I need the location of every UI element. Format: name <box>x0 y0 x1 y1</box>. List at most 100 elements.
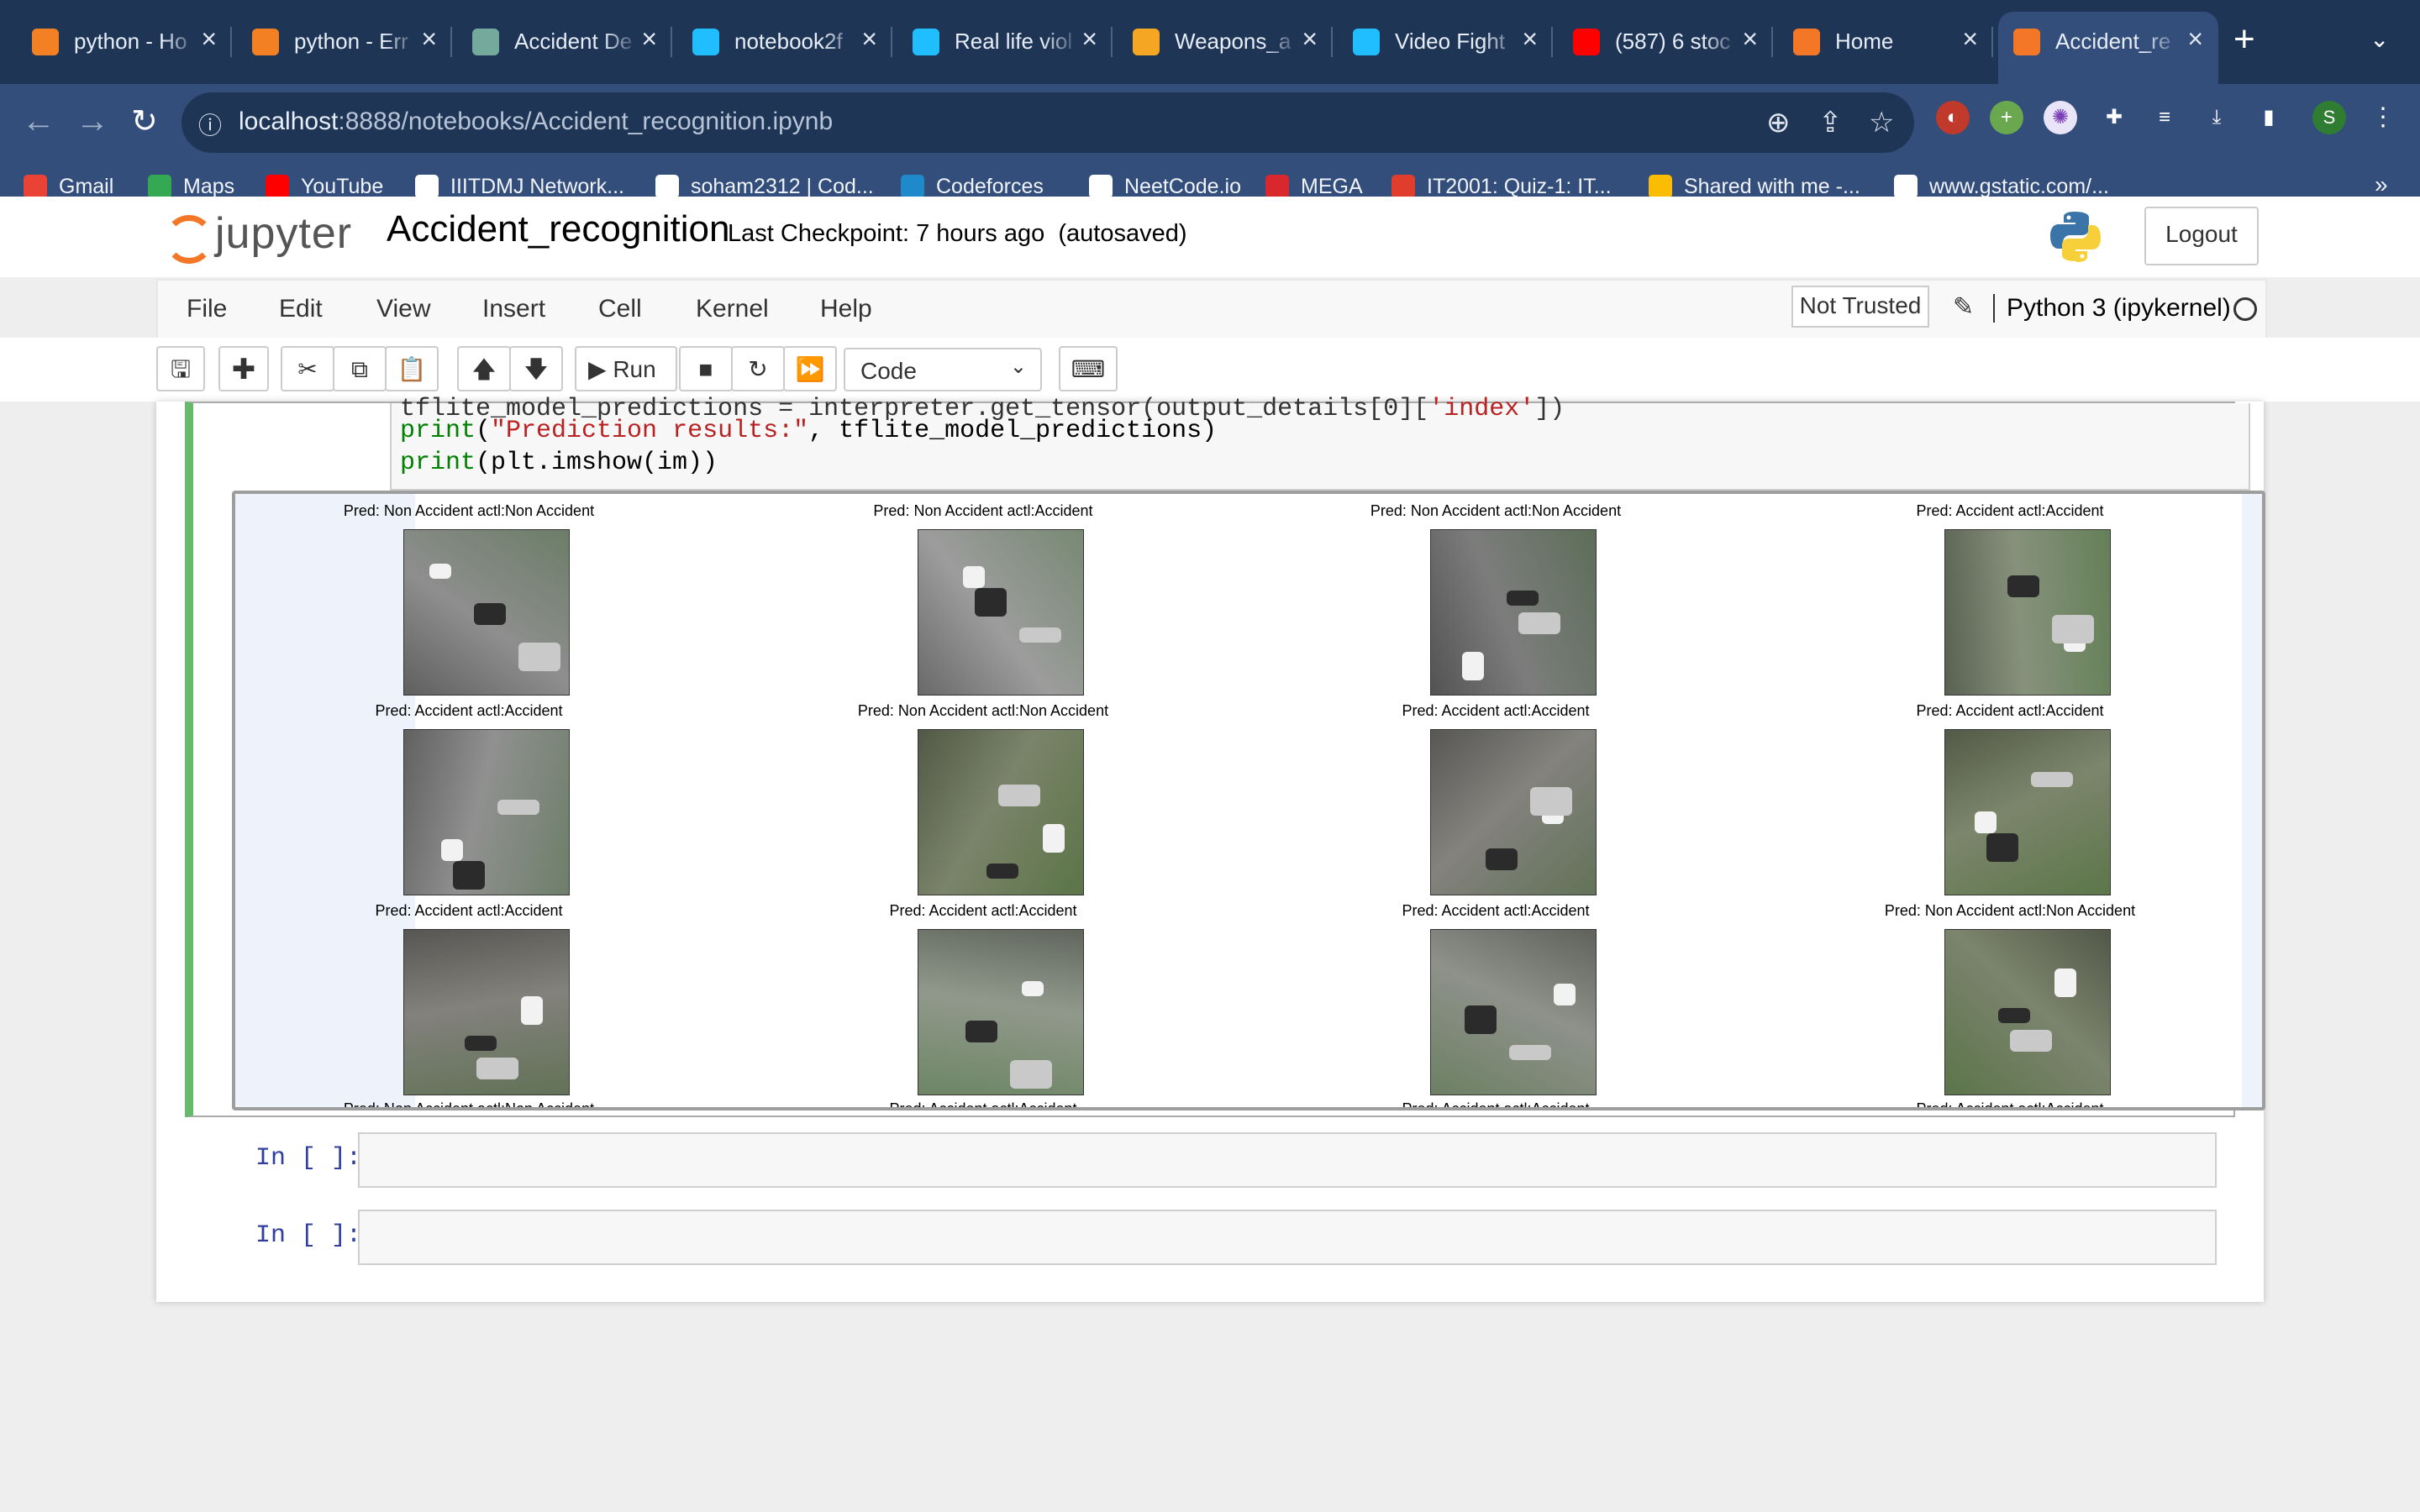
close-tab-icon[interactable]: × <box>2187 24 2203 55</box>
browser-tab[interactable]: Video Fight × <box>1338 12 1553 72</box>
extension-plus-icon[interactable]: + <box>1990 101 2023 134</box>
menu-cell[interactable]: Cell <box>598 295 642 323</box>
kernel-name[interactable]: Python 3 (ipykernel) <box>1993 294 2231 323</box>
bookmark-star-icon[interactable]: ☆ <box>1869 106 1894 139</box>
empty-code-cell[interactable]: In [ ]: <box>185 1210 2235 1265</box>
checkpoint-status: Last Checkpoint: 7 hours ago (autosaved) <box>728 220 1187 248</box>
paste-button[interactable]: 📋 <box>385 346 439 391</box>
cut-button[interactable]: ✂ <box>281 346 334 391</box>
menu-help[interactable]: Help <box>820 295 872 323</box>
extension-brain-icon[interactable]: ✺ <box>2044 101 2077 134</box>
code-input[interactable] <box>358 1210 2217 1265</box>
logout-button[interactable]: Logout <box>2144 207 2259 265</box>
site-info-icon[interactable]: ⓘ <box>198 108 222 141</box>
browser-tab[interactable]: (587) 6 stoc × <box>1558 12 1773 72</box>
bookmark-item[interactable]: NeetCode.io <box>1089 175 1241 199</box>
close-tab-icon[interactable]: × <box>1302 24 1318 55</box>
browser-tab[interactable]: python - Ho × <box>17 12 232 72</box>
browser-tab[interactable]: Real life viol × <box>897 12 1113 72</box>
bookmark-item[interactable]: YouTube <box>266 175 383 199</box>
restart-button[interactable]: ↻ <box>731 346 785 391</box>
globe-icon <box>1894 175 1918 198</box>
menu-view[interactable]: View <box>376 295 430 323</box>
bookmark-item[interactable]: IT2001: Quiz-1: IT... <box>1392 175 1612 199</box>
interrupt-button[interactable]: ■ <box>679 346 733 391</box>
insert-cell-button[interactable]: ✚ <box>218 346 269 391</box>
code-line-2-print: print <box>400 417 476 445</box>
close-tab-icon[interactable]: × <box>201 24 217 55</box>
browser-menu-icon[interactable]: ⋮ <box>2366 101 2400 134</box>
car-shape <box>441 839 463 861</box>
prediction-title: Pred: Accident actl:Accident <box>1916 502 2104 519</box>
bookmark-item[interactable]: Gmail <box>24 175 113 199</box>
browser-tab[interactable]: Weapons_a × <box>1118 12 1333 72</box>
menu-insert[interactable]: Insert <box>482 295 545 323</box>
bookmark-item[interactable]: www.gstatic.com/... <box>1894 175 2109 199</box>
bookmark-item[interactable]: Maps <box>148 175 234 199</box>
bookmark-item[interactable]: Codeforces <box>901 175 1044 199</box>
close-tab-icon[interactable]: × <box>1522 24 1538 55</box>
bookmark-item[interactable]: MEGA <box>1265 175 1363 199</box>
input-prompt: In [ ]: <box>255 1144 362 1173</box>
bookmark-item[interactable]: soham2312 | Cod... <box>655 175 874 199</box>
car-shape <box>1530 787 1572 816</box>
bookmark-item[interactable]: Shared with me -... <box>1649 175 1860 199</box>
side-panel-icon[interactable]: ▮ <box>2252 101 2286 134</box>
back-arrow-icon[interactable]: ← <box>22 102 55 140</box>
code-input[interactable] <box>358 1132 2217 1188</box>
empty-code-cell[interactable]: In [ ]: <box>185 1132 2235 1188</box>
reload-icon[interactable]: ↻ <box>131 102 158 140</box>
download-icon[interactable]: ⤓ <box>2200 101 2233 134</box>
car-shape <box>1465 1005 1497 1034</box>
copy-button[interactable]: ⧉ <box>333 346 387 391</box>
close-tab-icon[interactable]: × <box>421 24 437 55</box>
menu-kernel[interactable]: Kernel <box>696 295 769 323</box>
browser-tab[interactable]: python - Err × <box>237 12 452 72</box>
jupyter-icon <box>1793 29 1820 55</box>
forward-arrow-icon[interactable]: → <box>76 102 109 140</box>
share-icon[interactable]: ⇪ <box>1818 106 1843 139</box>
restart-run-all-button[interactable]: ⏩ <box>783 346 837 391</box>
menu-file[interactable]: File <box>187 295 227 323</box>
move-down-button[interactable]: 🡇 <box>509 346 563 391</box>
stackoverflow-icon <box>252 29 279 55</box>
close-tab-icon[interactable]: × <box>641 24 657 55</box>
url-text[interactable]: localhost:8888/notebooks/Accident_recogn… <box>239 108 833 136</box>
command-palette-button[interactable]: ⌨ <box>1059 346 1118 391</box>
more-bookmarks-button[interactable]: » <box>2375 171 2388 198</box>
traffic-camera-image <box>1944 729 2111 895</box>
bookmark-item[interactable]: IIITDMJ Network... <box>415 175 624 199</box>
move-up-button[interactable]: 🡅 <box>457 346 511 391</box>
jupyter-header: jupyter Accident_recognition Last Checkp… <box>0 197 2420 277</box>
browser-tab[interactable]: notebook2f × <box>677 12 892 72</box>
code-editor[interactable]: tflite_model_predictions = interpreter.g… <box>390 395 2250 491</box>
selected-code-cell[interactable]: tflite_model_predictions = interpreter.g… <box>185 395 2265 1117</box>
browser-tab[interactable]: Accident_re × <box>1998 12 2218 84</box>
not-trusted-button[interactable]: Not Trusted <box>1791 286 1929 328</box>
zoom-icon[interactable]: ⊕ <box>1766 106 1791 139</box>
keyboard-icon: ⌨ <box>1071 356 1106 382</box>
edit-pencil-icon[interactable]: ✎ <box>1953 292 1974 322</box>
browser-tab[interactable]: Home × <box>1778 12 1993 72</box>
close-tab-icon[interactable]: × <box>1742 24 1758 55</box>
profile-avatar[interactable]: S <box>2312 101 2346 134</box>
save-button[interactable]: 🖫 <box>156 346 205 391</box>
cell-type-select[interactable]: Code ⌄ <box>844 348 1042 391</box>
notebook-name[interactable]: Accident_recognition <box>387 208 729 250</box>
output-scroll-area[interactable]: Pred: Non Accident actl:Non Accident Pred… <box>232 491 2265 1110</box>
extension-rainbow-icon[interactable]: ◐ <box>1936 101 1970 134</box>
tab-search-chevron-icon[interactable]: ⌄ <box>2370 25 2389 53</box>
browser-tab[interactable]: Accident De × <box>457 12 672 72</box>
close-tab-icon[interactable]: × <box>1081 24 1097 55</box>
menu-edit[interactable]: Edit <box>279 295 323 323</box>
media-queue-icon[interactable]: ≡ <box>2148 101 2181 134</box>
extensions-puzzle-icon[interactable]: ✚ <box>2097 101 2131 134</box>
new-tab-plus-icon[interactable]: + <box>2233 18 2255 60</box>
close-tab-icon[interactable]: × <box>1962 24 1978 55</box>
close-tab-icon[interactable]: × <box>861 24 877 55</box>
address-bar[interactable]: ⓘ localhost:8888/notebooks/Accident_reco… <box>182 92 1914 153</box>
save-icon: 🖫 <box>171 356 191 382</box>
run-button[interactable]: ▶ Run <box>575 346 677 391</box>
tab-divider <box>891 27 892 57</box>
arrow-down-icon: 🡇 <box>523 356 549 382</box>
